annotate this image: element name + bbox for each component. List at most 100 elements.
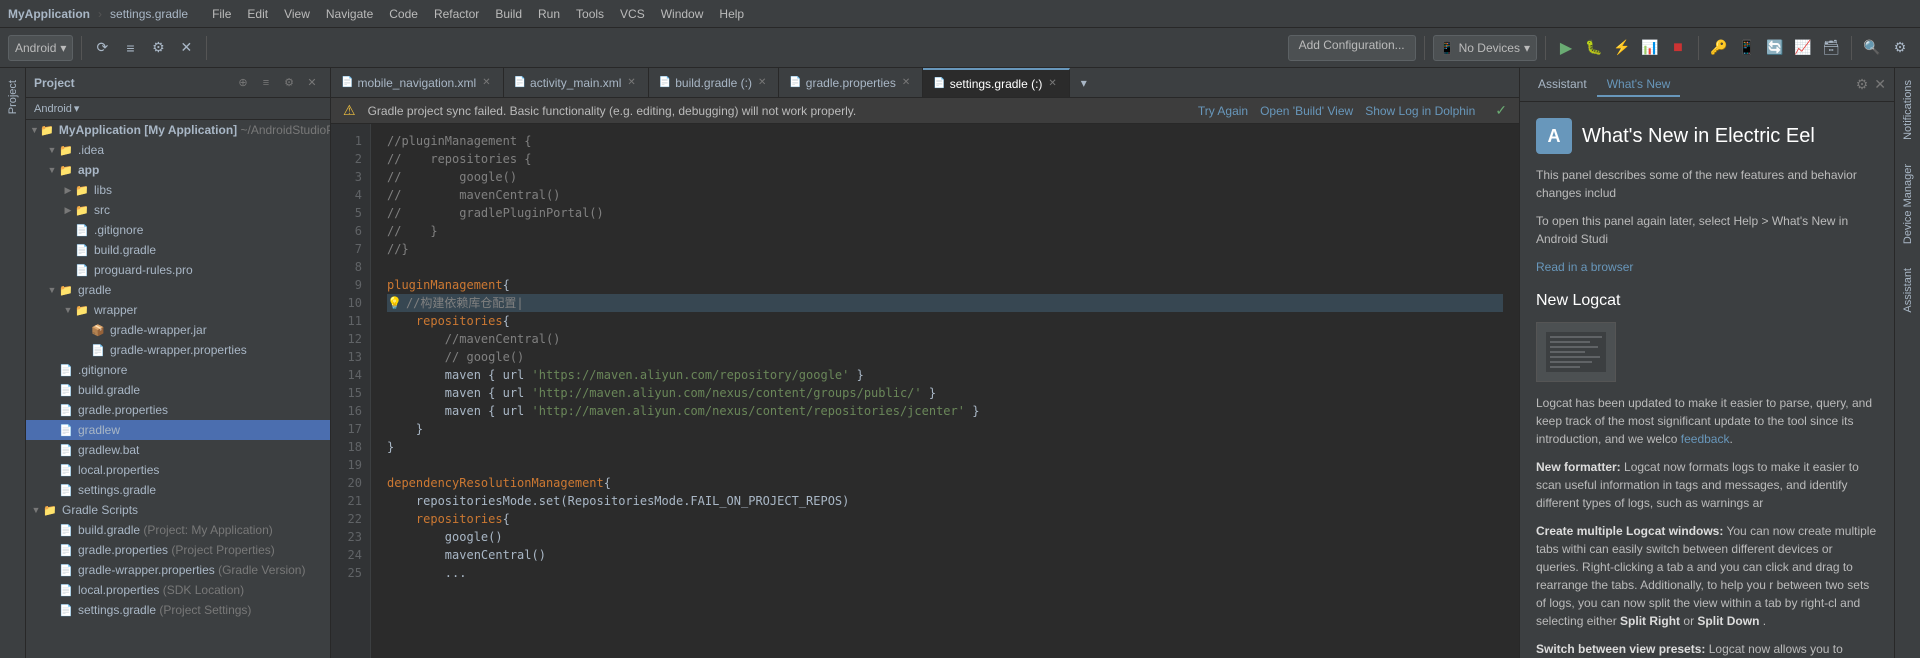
- code-content[interactable]: //pluginManagement { // repositories { /…: [371, 124, 1519, 658]
- open-build-view-link[interactable]: Open 'Build' View: [1260, 104, 1353, 118]
- menu-tools[interactable]: Tools: [568, 5, 612, 23]
- tree-item-proguard[interactable]: 📄 proguard-rules.pro: [26, 260, 330, 280]
- menu-help[interactable]: Help: [711, 5, 752, 23]
- tree-item-gitignore1[interactable]: 📄 .gitignore: [26, 220, 330, 240]
- menu-view[interactable]: View: [276, 5, 318, 23]
- tab-close-button[interactable]: ✕: [625, 76, 637, 89]
- avd-button[interactable]: 📱: [1735, 36, 1759, 60]
- tab-gradle-props[interactable]: 📄 gradle.properties ✕: [779, 68, 923, 97]
- tab-overflow-button[interactable]: ▾: [1072, 68, 1096, 97]
- assistant-gear-icon[interactable]: ⚙: [1856, 76, 1869, 93]
- try-again-link[interactable]: Try Again: [1198, 104, 1248, 118]
- tab-settings-gradle[interactable]: 📄 settings.gradle (:) ✕: [923, 68, 1070, 97]
- menu-navigate[interactable]: Navigate: [318, 5, 381, 23]
- tree-item-gs-wrapper-props[interactable]: 📄 gradle-wrapper.properties (Gradle Vers…: [26, 560, 330, 580]
- tab-close-button[interactable]: ✕: [756, 76, 768, 89]
- tree-item-gs-settings-gradle[interactable]: 📄 settings.gradle (Project Settings): [26, 600, 330, 620]
- db-button[interactable]: 🗃: [1819, 36, 1843, 60]
- feedback-link[interactable]: feedback: [1681, 432, 1730, 446]
- toolbar-btn-2[interactable]: ≡: [118, 36, 142, 60]
- code-line-18: }: [387, 438, 1503, 456]
- toolbar-btn-1[interactable]: ⟳: [90, 36, 114, 60]
- tree-item-gitignore2[interactable]: 📄 .gitignore: [26, 360, 330, 380]
- profiler-button[interactable]: 📈: [1791, 36, 1815, 60]
- code-line-7: //}: [387, 240, 1503, 258]
- read-in-browser-link[interactable]: Read in a browser: [1536, 260, 1633, 274]
- tree-item-wrapper[interactable]: ▼ 📁 wrapper: [26, 300, 330, 320]
- tree-item-gradle-scripts[interactable]: ▼ 📁 Gradle Scripts: [26, 500, 330, 520]
- menu-run[interactable]: Run: [530, 5, 568, 23]
- tree-item-gradlew[interactable]: 📄 gradlew: [26, 420, 330, 440]
- toolbar-btn-3[interactable]: ⚙: [146, 36, 170, 60]
- tree-item-gradle-wrapper-props[interactable]: 📄 gradle-wrapper.properties: [26, 340, 330, 360]
- new-logcat-section: New Logcat Logcat has be: [1536, 292, 1878, 658]
- profile-button[interactable]: 📊: [1638, 36, 1662, 60]
- separator-3: [1424, 36, 1425, 60]
- tab-whats-new[interactable]: What's New: [1597, 73, 1681, 97]
- menu-bar: MyApplication › settings.gradle File Edi…: [0, 0, 1920, 28]
- no-devices-dropdown[interactable]: 📱 No Devices ▾: [1433, 35, 1537, 61]
- stop-button[interactable]: ■: [1666, 36, 1690, 60]
- left-tab-project[interactable]: Project: [3, 68, 23, 126]
- panel-close-button[interactable]: ✕: [302, 73, 322, 93]
- search-button[interactable]: 🔍: [1860, 36, 1884, 60]
- folder-icon: 📁: [58, 282, 74, 298]
- menu-code[interactable]: Code: [381, 5, 426, 23]
- file-icon: 📄: [58, 422, 74, 438]
- tree-item-gs-gradle-props[interactable]: 📄 gradle.properties (Project Properties): [26, 540, 330, 560]
- tab-close-button[interactable]: ✕: [1046, 77, 1058, 90]
- tree-item-gs-local-props[interactable]: 📄 local.properties (SDK Location): [26, 580, 330, 600]
- tree-item-app[interactable]: ▼ 📁 app: [26, 160, 330, 180]
- tree-item-gradlew-bat[interactable]: 📄 gradlew.bat: [26, 440, 330, 460]
- panel-settings-button[interactable]: ⚙: [279, 73, 299, 93]
- tree-item-local-props[interactable]: 📄 local.properties: [26, 460, 330, 480]
- menu-refactor[interactable]: Refactor: [426, 5, 487, 23]
- menu-separator: ›: [98, 7, 102, 21]
- add-configuration-button[interactable]: Add Configuration...: [1288, 35, 1416, 61]
- settings-button[interactable]: ⚙: [1888, 36, 1912, 60]
- tab-close-button[interactable]: ✕: [900, 76, 912, 89]
- assistant-tab-side[interactable]: Assistant: [1898, 256, 1918, 325]
- project-view-dropdown[interactable]: Android ▾: [30, 100, 83, 117]
- toolbar-btn-4[interactable]: ✕: [174, 36, 198, 60]
- tree-item-buildgradle2[interactable]: 📄 build.gradle: [26, 380, 330, 400]
- tree-item-root[interactable]: ▼ 📁 MyApplication [My Application] ~/And…: [26, 120, 330, 140]
- tab-close-button[interactable]: ✕: [480, 76, 492, 89]
- show-log-link[interactable]: Show Log in Dolphin: [1365, 104, 1475, 118]
- tree-item-gradle-props[interactable]: 📄 gradle.properties: [26, 400, 330, 420]
- tree-item-libs[interactable]: ▶ 📁 libs: [26, 180, 330, 200]
- tree-item-buildgradle1[interactable]: 📄 build.gradle: [26, 240, 330, 260]
- android-dropdown[interactable]: Android ▾: [8, 35, 73, 61]
- assistant-close-icon[interactable]: ✕: [1874, 76, 1886, 93]
- notifications-tab[interactable]: Notifications: [1898, 68, 1918, 152]
- tab-mobile-nav[interactable]: 📄 mobile_navigation.xml ✕: [331, 68, 504, 97]
- code-line-3: // google(): [387, 168, 1503, 186]
- run-with-coverage-button[interactable]: ⚡: [1610, 36, 1634, 60]
- menu-edit[interactable]: Edit: [239, 5, 276, 23]
- menu-vcs[interactable]: VCS: [612, 5, 653, 23]
- tab-assistant[interactable]: Assistant: [1528, 73, 1597, 97]
- tab-build-gradle[interactable]: 📄 build.gradle (:) ✕: [649, 68, 780, 97]
- tree-item-gradle-wrapper-jar[interactable]: 📦 gradle-wrapper.jar: [26, 320, 330, 340]
- menu-file[interactable]: File: [204, 5, 239, 23]
- arrow-icon: ▼: [46, 285, 58, 295]
- tree-item-idea[interactable]: ▼ 📁 .idea: [26, 140, 330, 160]
- menu-window[interactable]: Window: [653, 5, 712, 23]
- tree-item-src[interactable]: ▶ 📁 src: [26, 200, 330, 220]
- sdk-button[interactable]: 🔑: [1707, 36, 1731, 60]
- device-manager-tab[interactable]: Device Manager: [1898, 152, 1918, 256]
- panel-sort-button[interactable]: ≡: [256, 73, 276, 93]
- panel-collapse-button[interactable]: ⊕: [233, 73, 253, 93]
- separator-1: [81, 36, 82, 60]
- separator-6: [1851, 36, 1852, 60]
- tab-activity-main[interactable]: 📄 activity_main.xml ✕: [504, 68, 649, 97]
- tree-item-settings-gradle[interactable]: 📄 settings.gradle: [26, 480, 330, 500]
- wipe-cache-button[interactable]: 🔄: [1763, 36, 1787, 60]
- tree-item-gs-build-gradle[interactable]: 📄 build.gradle (Project: My Application): [26, 520, 330, 540]
- menu-build[interactable]: Build: [487, 5, 530, 23]
- tree-label: gradle: [78, 283, 111, 297]
- run-button[interactable]: ▶: [1554, 36, 1578, 60]
- debug-button[interactable]: 🐛: [1582, 36, 1606, 60]
- tree-item-gradle[interactable]: ▼ 📁 gradle: [26, 280, 330, 300]
- tree-label: gradlew.bat: [78, 443, 139, 457]
